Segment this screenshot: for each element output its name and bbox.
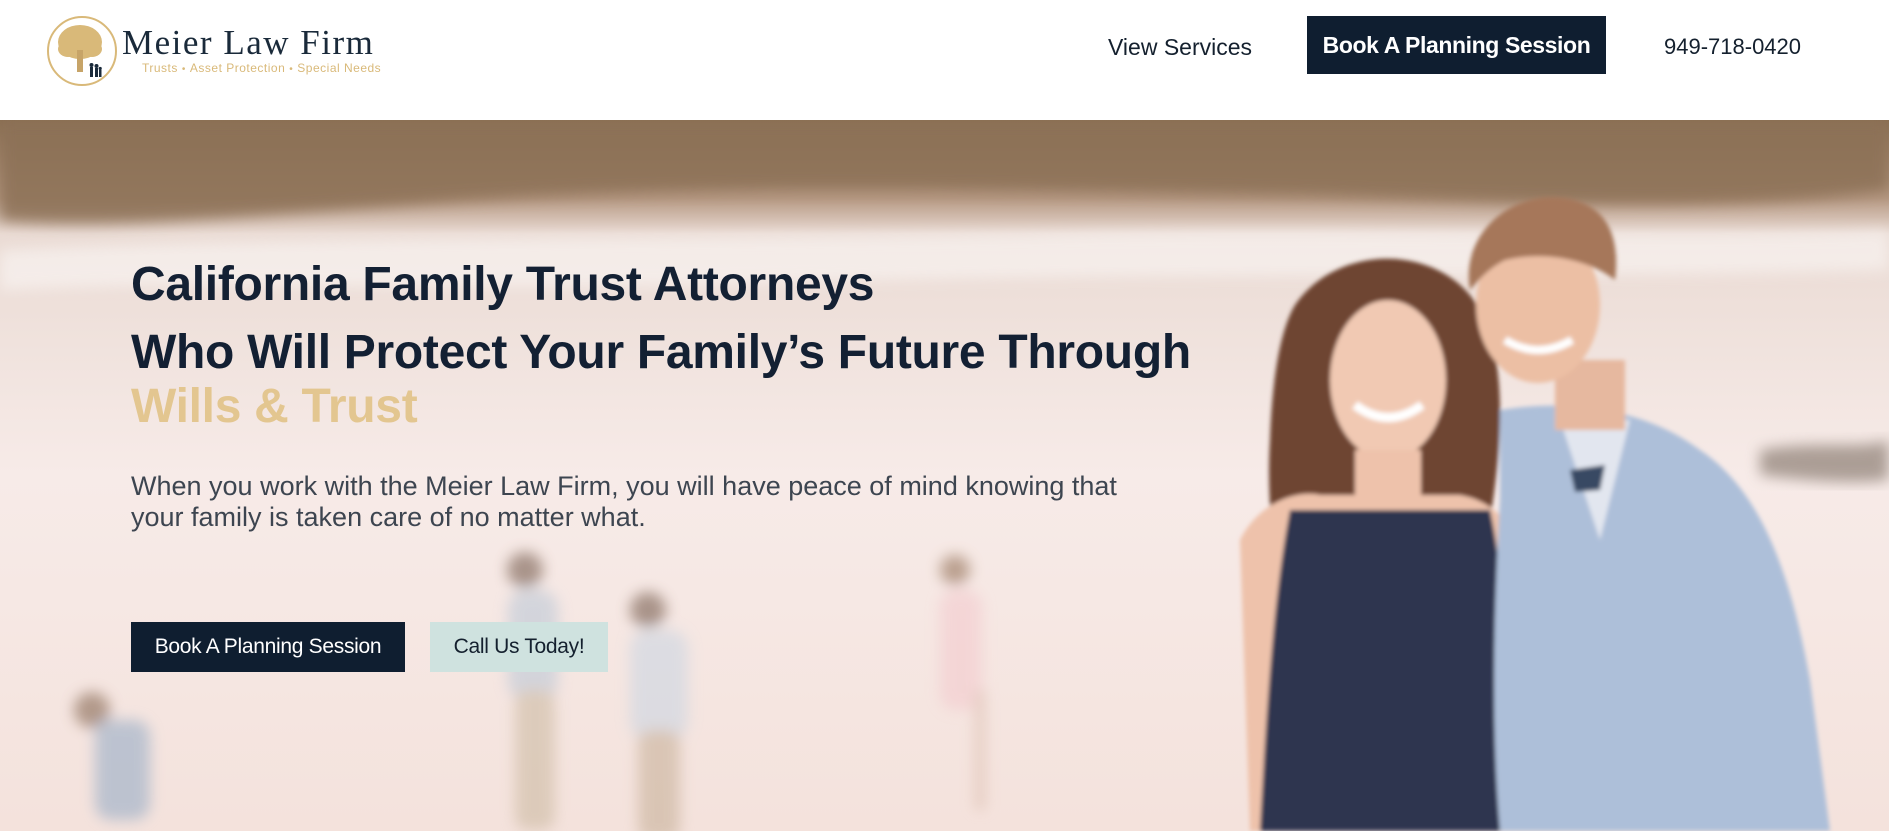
site-header: Meier Law Firm Trusts • Asset Protection • S… xyxy=(0,0,1889,120)
tagline-item-special-needs: Special Needs xyxy=(297,61,382,75)
hero-headline-highlight: Wills & Trust xyxy=(131,380,418,433)
logo-link[interactable]: Meier Law Firm Trusts • Asset Protection • S… xyxy=(46,15,416,90)
phone-link[interactable]: 949-718-0420 xyxy=(1664,32,1801,62)
tree-logo-icon xyxy=(47,16,117,86)
book-planning-session-button[interactable]: Book A Planning Session xyxy=(131,622,405,672)
bullet-icon: • xyxy=(289,64,294,75)
hero-section: California Family Trust Attorneys Who Wi… xyxy=(0,120,1889,831)
hero-subcopy: When you work with the Meier Law Firm, y… xyxy=(131,471,1117,532)
call-us-today-button[interactable]: Call Us Today! xyxy=(430,622,608,672)
logo-name: Meier Law Firm xyxy=(122,23,375,62)
bullet-icon: • xyxy=(181,64,186,75)
logo-tagline: Trusts • Asset Protection • Special Needs xyxy=(142,62,381,75)
book-planning-session-header-button[interactable]: Book A Planning Session xyxy=(1307,16,1606,74)
tagline-item-asset-protection: Asset Protection xyxy=(189,61,286,75)
view-services-link[interactable]: View Services xyxy=(1108,32,1252,62)
tagline-item-trusts: Trusts xyxy=(142,61,178,75)
hero-headline-line-1: California Family Trust Attorneys xyxy=(131,258,875,311)
hero-headline-line-2: Who Will Protect Your Family’s Future Th… xyxy=(131,326,1191,379)
